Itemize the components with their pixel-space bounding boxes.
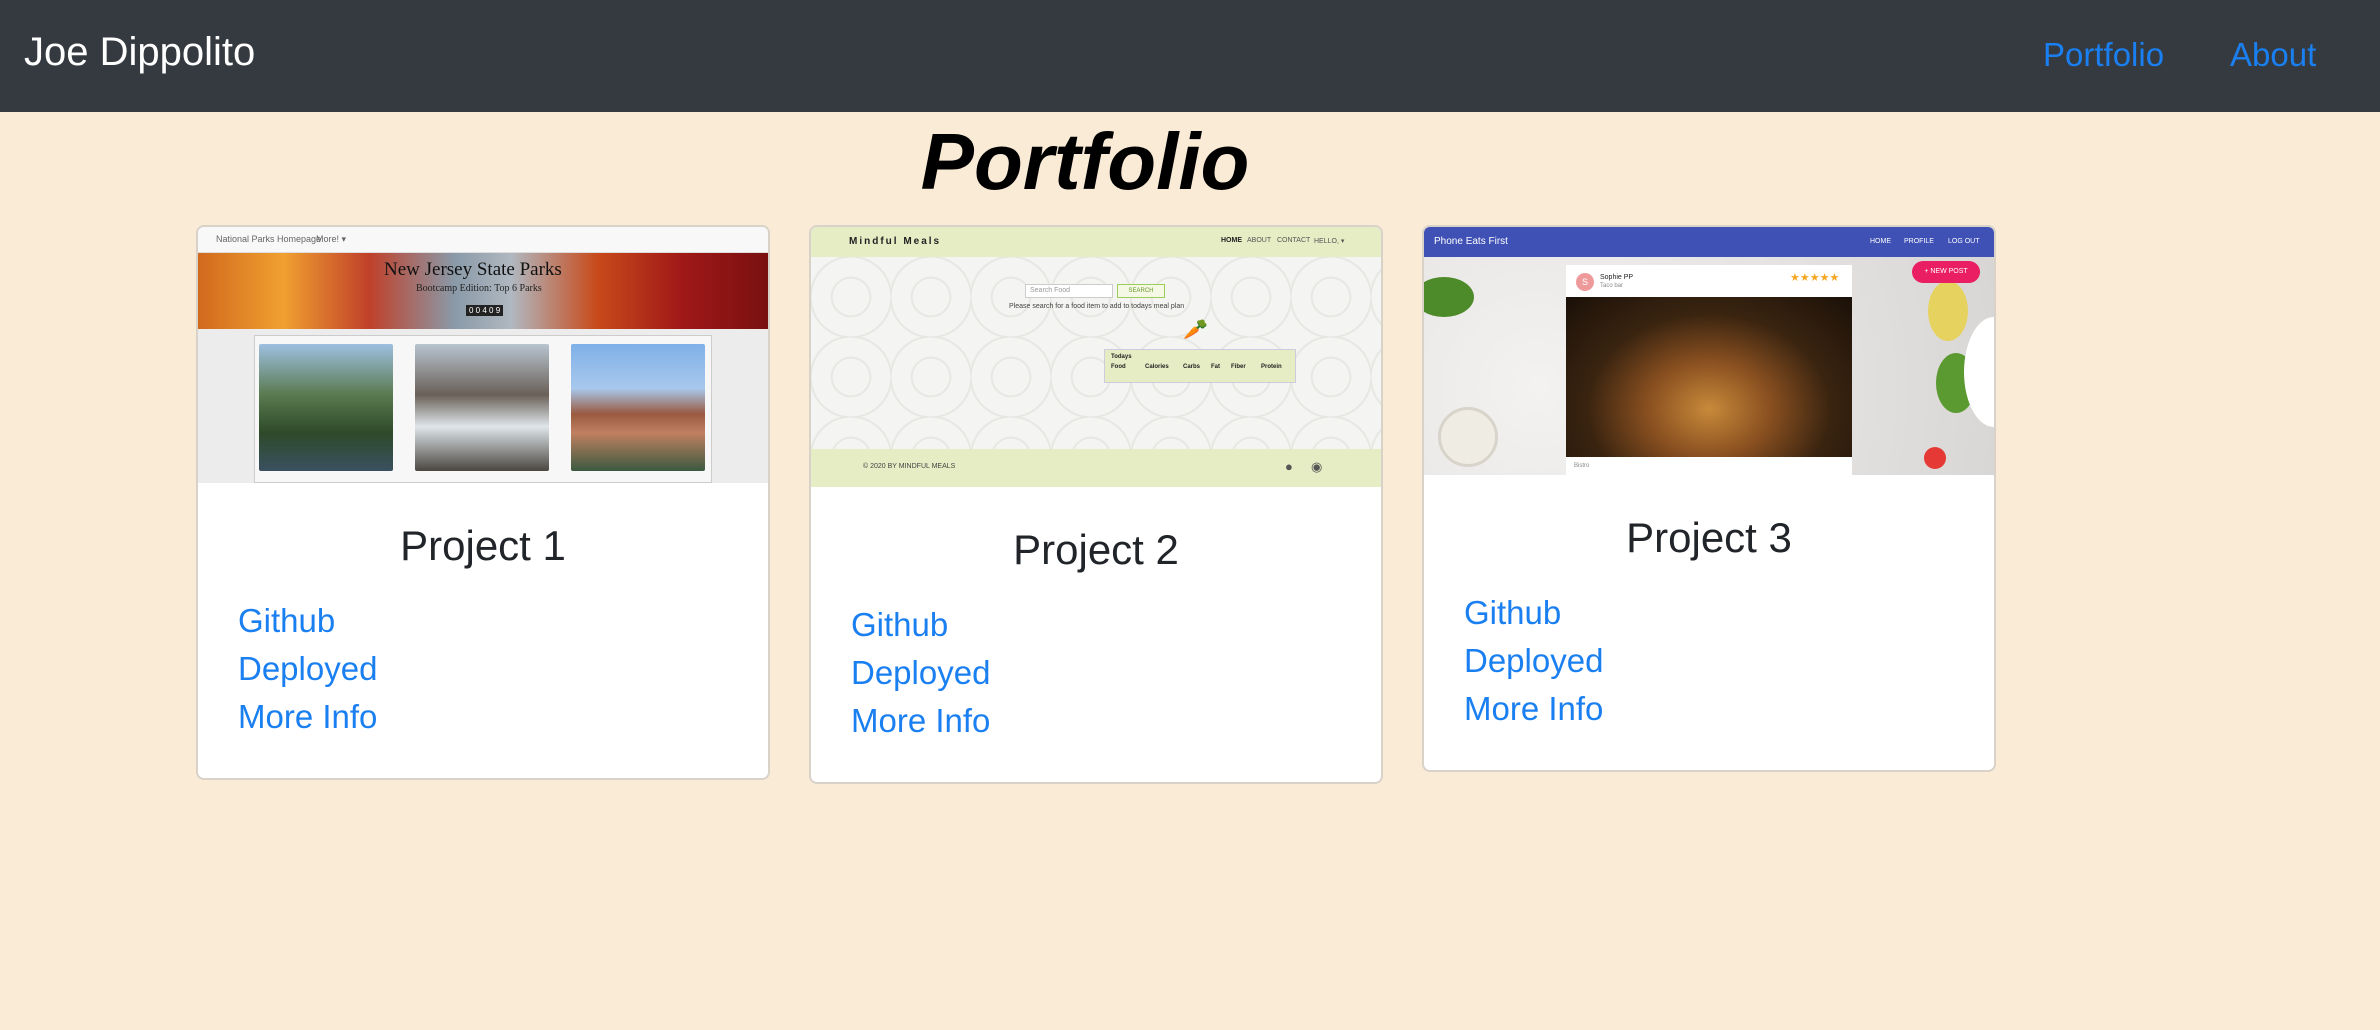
deployed-link[interactable]: Deployed (238, 650, 377, 688)
preview-table-header: Protein (1261, 364, 1282, 370)
preview-search-button: SEARCH (1117, 284, 1165, 298)
preview-nav-item: HOME (1221, 237, 1242, 244)
top-navbar: Joe Dippolito Portfolio About (0, 0, 2380, 112)
preview-rating-stars: ★★★★★ (1790, 272, 1840, 284)
page-title: Portfolio (920, 117, 1250, 206)
preview-table-header: Fiber (1231, 364, 1246, 370)
preview-nav-item: CONTACT (1277, 237, 1311, 244)
preview-nav-item: More! ▾ (316, 234, 347, 244)
preview-navbar: Mindful Meals HOME ABOUT CONTACT HELLO, … (811, 227, 1381, 257)
preview-footer-text: © 2020 BY MINDFUL MEALS (863, 463, 956, 470)
nav-link-about[interactable]: About (2230, 36, 2316, 74)
project-2-screenshot[interactable]: Mindful Meals HOME ABOUT CONTACT HELLO, … (811, 227, 1381, 487)
brand-link[interactable]: Joe Dippolito (24, 30, 255, 75)
preview-hero-banner: New Jersey State Parks Bootcamp Edition:… (198, 253, 768, 329)
preview-footer: © 2020 BY MINDFUL MEALS ● ◉ (811, 449, 1381, 487)
google-icon: ◉ (1311, 459, 1323, 474)
project-title: Project 2 (1013, 526, 1179, 573)
preview-meal-table: Todays Food Calories Carbs Fat Fiber Pro… (1104, 349, 1296, 383)
github-link[interactable]: Github (238, 602, 335, 640)
preview-table-header: Carbs (1183, 364, 1201, 370)
preview-table-header: Food (1111, 364, 1126, 370)
preview-nav-item: PROFILE (1904, 238, 1934, 245)
preview-pattern-bg: Search Food SEARCH Please search for a f… (811, 257, 1381, 449)
preview-photo-mountains (259, 344, 393, 471)
preview-counter: 0 0 4 0 9 (466, 305, 504, 316)
project-title: Project 3 (1626, 514, 1792, 561)
project-1-screenshot[interactable]: National Parks Homepage More! ▾ New Jers… (198, 227, 768, 483)
preview-new-post-button: + NEW POST (1912, 261, 1980, 283)
project-card-3: Phone Eats First HOME PROFILE LOG OUT S … (1422, 225, 1996, 772)
preview-heading: New Jersey State Parks (384, 259, 562, 280)
preview-caption: Bistro (1574, 463, 1590, 469)
preview-brand: Phone Eats First (1434, 236, 1508, 247)
project-card-1: National Parks Homepage More! ▾ New Jers… (196, 225, 770, 780)
github-link[interactable]: Github (1464, 594, 1561, 632)
deployed-link[interactable]: Deployed (851, 654, 990, 692)
preview-navbar: Phone Eats First HOME PROFILE LOG OUT (1424, 227, 1994, 257)
preview-brand: Mindful Meals (849, 236, 942, 247)
deployed-link[interactable]: Deployed (1464, 642, 1603, 680)
preview-table-header: Fat (1211, 364, 1220, 370)
preview-gallery (254, 335, 712, 483)
preview-avatar: S (1576, 273, 1594, 291)
github-icon: ● (1285, 459, 1293, 474)
preview-hint: Please search for a food item to add to … (1009, 303, 1185, 310)
preview-navbar: National Parks Homepage More! ▾ (198, 227, 768, 253)
more-info-link[interactable]: More Info (1464, 690, 1603, 728)
preview-nav-item: ABOUT (1247, 237, 1272, 244)
preview-user-sub: Taco bar (1600, 283, 1624, 289)
tomato-decor (1924, 447, 1946, 469)
plate-decor (1964, 317, 1994, 427)
preview-photo-building (571, 344, 705, 471)
preview-search-input: Search Food (1025, 284, 1113, 298)
carrot-icon: 🥕 (1183, 319, 1208, 341)
project-title: Project 1 (400, 522, 566, 569)
basil-leaf-decor (1424, 277, 1474, 317)
project-3-screenshot[interactable]: Phone Eats First HOME PROFILE LOG OUT S … (1424, 227, 1994, 475)
preview-nav-item: LOG OUT (1948, 238, 1980, 245)
oil-bottle-decor (1928, 281, 1968, 341)
preview-subheading: Bootcamp Edition: Top 6 Parks (416, 283, 542, 294)
bowl-decor (1438, 407, 1498, 467)
project-card-2: Mindful Meals HOME ABOUT CONTACT HELLO, … (809, 225, 1383, 784)
preview-photo-waterfall (415, 344, 549, 471)
more-info-link[interactable]: More Info (851, 702, 990, 740)
preview-nav-item: HOME (1870, 238, 1891, 245)
preview-table-header: Calories (1145, 364, 1169, 370)
preview-nav-item: National Parks Homepage (216, 234, 322, 244)
preview-table-title: Todays (1111, 354, 1132, 360)
preview-bg: S Sophie PP Taco bar ★★★★★ Bistro + NEW … (1424, 257, 1994, 475)
preview-user-name: Sophie PP (1600, 274, 1634, 281)
nav-link-portfolio[interactable]: Portfolio (2043, 36, 2164, 74)
preview-nav-item: HELLO, ▾ (1314, 238, 1345, 245)
more-info-link[interactable]: More Info (238, 698, 377, 736)
github-link[interactable]: Github (851, 606, 948, 644)
preview-taco-photo (1566, 297, 1852, 457)
preview-post-card: S Sophie PP Taco bar ★★★★★ Bistro (1566, 265, 1852, 475)
